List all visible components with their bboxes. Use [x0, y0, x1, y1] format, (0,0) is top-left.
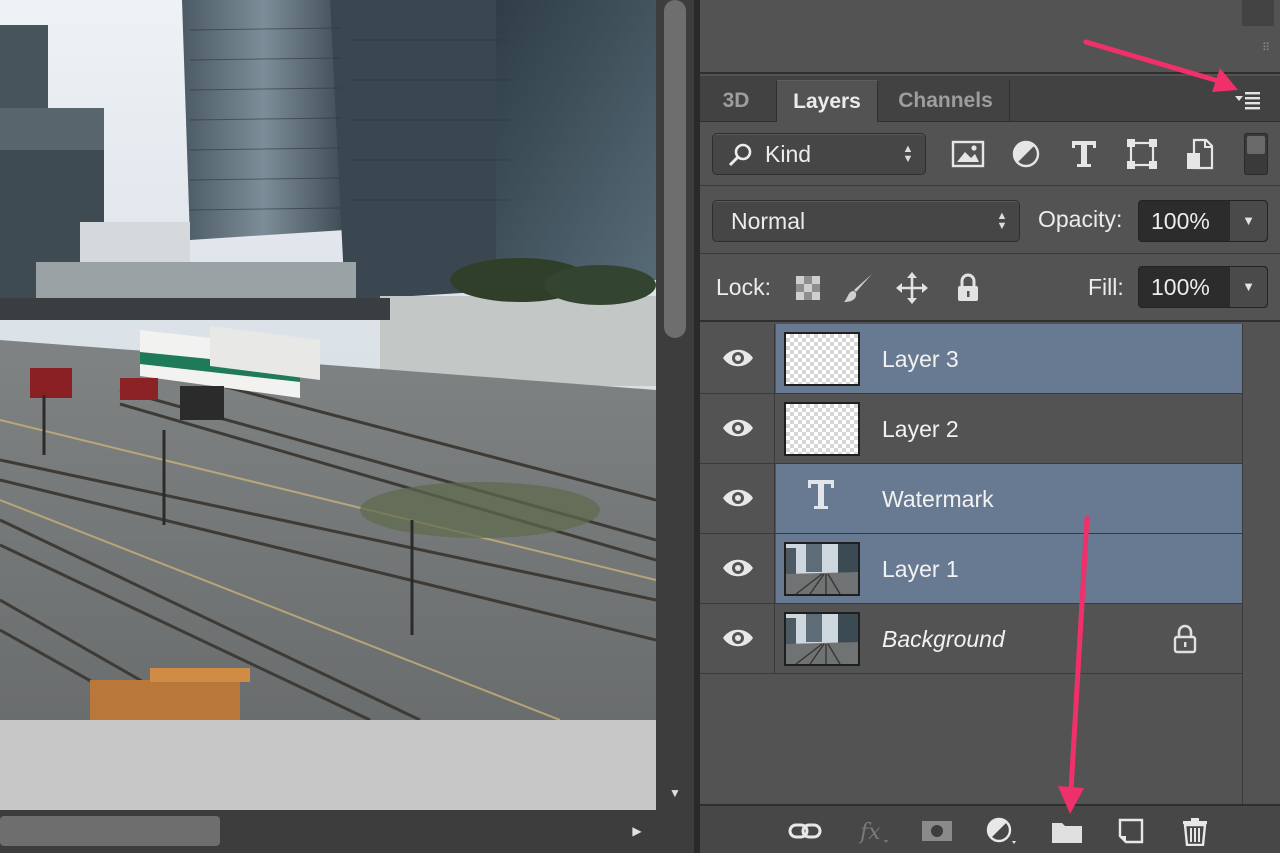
layer-content[interactable]: Layer 3	[776, 324, 1242, 393]
blend-mode-select[interactable]: Normal ▲ ▼	[712, 200, 1020, 242]
filter-kind-label: Kind	[765, 141, 812, 167]
visibility-toggle[interactable]	[700, 604, 775, 673]
opacity-field[interactable]: 100% ▼	[1138, 200, 1268, 242]
layer-thumbnail	[784, 612, 860, 666]
svg-text:fx: fx	[858, 820, 881, 845]
layer-name[interactable]: Layer 2	[882, 416, 959, 443]
visibility-toggle[interactable]	[700, 464, 775, 533]
scroll-corner	[656, 810, 694, 853]
smart-object-filter-icon[interactable]	[1182, 137, 1218, 171]
layer-name[interactable]: Background	[882, 626, 1005, 653]
fill-label: Fill:	[1088, 274, 1124, 300]
adjustment-layer-filter-icon[interactable]	[1008, 137, 1044, 171]
photoshop-window: ▼ ▶ ⠿ 3D Layers Channels Kind ▲ ▼ Normal…	[0, 0, 1280, 853]
layers-bottom-toolbar: fx	[700, 804, 1280, 853]
visibility-toggle[interactable]	[700, 534, 775, 603]
layer-name[interactable]: Layer 3	[882, 346, 959, 373]
opacity-value[interactable]: 100%	[1151, 208, 1210, 235]
blend-mode-row: Normal ▲ ▼ Opacity: 100% ▼	[700, 186, 1280, 254]
document-image	[0, 0, 656, 720]
type-layer-filter-icon[interactable]	[1066, 137, 1102, 171]
lock-image-pixels-icon[interactable]	[842, 272, 874, 304]
visibility-toggle[interactable]	[700, 394, 775, 463]
select-updown-icon: ▲ ▼	[996, 210, 1008, 232]
fill-dropdown-icon[interactable]: ▼	[1229, 267, 1267, 307]
adjustment-layer-icon[interactable]	[984, 816, 1018, 846]
layer-row-layer-3[interactable]: Layer 3	[700, 324, 1242, 394]
photo-thumbnail-icon	[786, 544, 858, 594]
tab-channels[interactable]: Channels	[882, 80, 1010, 122]
eye-icon[interactable]	[722, 556, 754, 580]
scroll-right-arrow-icon[interactable]: ▶	[630, 824, 644, 838]
blend-mode-label: Normal	[731, 208, 806, 234]
lock-label: Lock:	[716, 274, 771, 300]
fill-value[interactable]: 100%	[1151, 274, 1210, 301]
layer-row-background[interactable]: Background	[700, 604, 1242, 674]
shape-layer-filter-icon[interactable]	[1124, 137, 1160, 171]
lock-row: Lock: Fill: 100% ▼	[700, 254, 1280, 322]
lock-transparent-pixels-icon[interactable]	[792, 272, 824, 304]
layer-thumbnail	[784, 332, 860, 386]
layer-row-layer-2[interactable]: Layer 2	[700, 394, 1242, 464]
layer-row-watermark[interactable]: Watermark	[700, 464, 1242, 534]
layer-content[interactable]: Layer 1	[776, 534, 1242, 603]
layer-thumbnail	[784, 542, 860, 596]
opacity-dropdown-icon[interactable]: ▼	[1229, 201, 1267, 241]
visibility-toggle[interactable]	[700, 324, 775, 393]
lock-position-icon[interactable]	[896, 272, 928, 304]
layers-list-scroll-track[interactable]	[1242, 324, 1280, 804]
upper-panel: ⠿	[700, 0, 1280, 74]
eye-icon[interactable]	[722, 416, 754, 440]
add-mask-icon[interactable]	[920, 816, 954, 846]
layer-content[interactable]: Watermark	[776, 464, 1242, 533]
select-updown-icon: ▲ ▼	[902, 143, 914, 165]
fx-icon[interactable]: fx	[856, 816, 890, 846]
layer-thumbnail	[784, 402, 860, 456]
eye-icon[interactable]	[722, 626, 754, 650]
layer-name[interactable]: Layer 1	[882, 556, 959, 583]
eye-icon[interactable]	[722, 486, 754, 510]
new-layer-icon[interactable]	[1114, 816, 1148, 846]
filter-kind-select[interactable]: Kind ▲ ▼	[712, 133, 926, 175]
fill-field[interactable]: 100% ▼	[1138, 266, 1268, 308]
layer-row-layer-1[interactable]: Layer 1	[700, 534, 1242, 604]
link-layers-icon[interactable]	[788, 816, 822, 846]
layer-name[interactable]: Watermark	[882, 486, 994, 513]
layers-list: Layer 3 Layer 2 Watermark Layer 1 Backgr…	[700, 324, 1280, 804]
filter-toggle-knob	[1247, 136, 1265, 154]
horizontal-scroll-thumb[interactable]	[0, 816, 220, 846]
tab-layers[interactable]: Layers	[776, 80, 878, 122]
layers-panel-dock: ⠿ 3D Layers Channels Kind ▲ ▼ Normal ▲ ▼…	[700, 0, 1280, 853]
horizontal-scrollbar[interactable]: ▶	[0, 810, 656, 853]
layer-filter-row: Kind ▲ ▼	[700, 123, 1280, 186]
opacity-label: Opacity:	[1038, 206, 1123, 232]
pixel-layer-filter-icon[interactable]	[950, 137, 986, 171]
tab-3d[interactable]: 3D	[706, 80, 766, 122]
eye-icon[interactable]	[722, 346, 754, 370]
trash-icon[interactable]	[1178, 816, 1212, 846]
upper-panel-scrollbar[interactable]	[1242, 0, 1274, 26]
search-icon	[728, 143, 752, 167]
layer-content[interactable]: Layer 2	[776, 394, 1242, 463]
panel-tabs: 3D Layers Channels	[700, 76, 1280, 122]
rail-yard-photo	[0, 0, 656, 720]
layer-content[interactable]: Background	[776, 604, 1242, 673]
photo-thumbnail-icon	[786, 614, 858, 664]
new-group-folder-icon[interactable]	[1050, 816, 1084, 846]
vertical-scrollbar[interactable]: ▼	[656, 0, 694, 810]
resize-grip-icon[interactable]: ⠿	[1262, 43, 1278, 66]
document-canvas[interactable]	[0, 0, 656, 810]
type-layer-icon	[808, 480, 834, 509]
scroll-down-arrow-icon[interactable]: ▼	[668, 786, 682, 800]
vertical-scroll-thumb[interactable]	[664, 0, 686, 338]
panel-menu-icon[interactable]	[1234, 88, 1262, 110]
filter-toggle-switch[interactable]	[1244, 133, 1268, 175]
lock-all-icon[interactable]	[952, 272, 984, 304]
lock-icon[interactable]	[1172, 624, 1198, 654]
